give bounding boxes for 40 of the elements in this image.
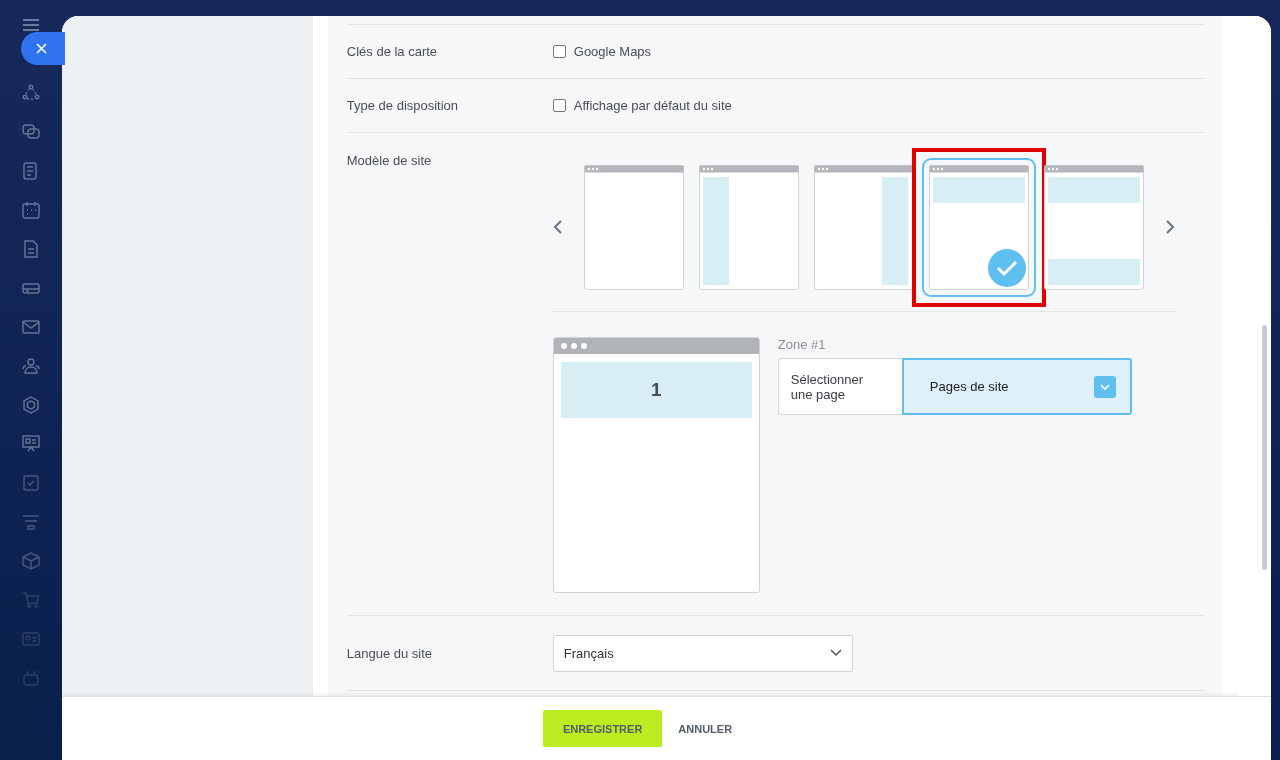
close-icon — [35, 43, 47, 54]
field-label: Clés de la carte — [346, 44, 439, 59]
chevron-right-icon[interactable] — [1164, 219, 1175, 235]
checkbox-label[interactable]: Google Maps — [573, 44, 652, 59]
checkbox-label[interactable]: Affichage par défaut du site — [573, 98, 732, 113]
chevron-left-icon[interactable] — [552, 219, 563, 235]
layout-template[interactable] — [583, 164, 684, 290]
language-select[interactable]: Français — [552, 634, 853, 672]
close-button[interactable] — [21, 32, 65, 65]
doc-icon[interactable] — [22, 240, 40, 258]
calendar-icon[interactable] — [22, 201, 40, 219]
save-button[interactable]: ENREGISTRER — [542, 710, 663, 747]
hex-icon[interactable] — [22, 396, 40, 414]
field-label: Type de disposition — [346, 98, 460, 113]
zone-label: Zone #1 — [777, 337, 827, 352]
layout-template[interactable] — [1043, 164, 1144, 290]
checkbox[interactable] — [552, 45, 566, 58]
task-icon[interactable] — [22, 474, 40, 492]
page-select[interactable]: Pages de site — [901, 358, 1132, 415]
field-label: Modèle de site — [346, 153, 433, 168]
funnel-icon[interactable] — [22, 513, 40, 531]
scrollbar[interactable] — [1262, 325, 1267, 570]
people-icon[interactable] — [22, 357, 40, 375]
chat-icon[interactable] — [22, 123, 40, 141]
field-label: Langue du site — [346, 645, 434, 661]
layout-template[interactable] — [698, 164, 799, 290]
zone-prompt: Sélectionner une page — [777, 358, 902, 415]
board-icon[interactable] — [22, 435, 40, 453]
dropdown-icon — [1093, 375, 1116, 398]
checkbox[interactable] — [552, 99, 566, 112]
news-icon[interactable] — [22, 162, 40, 180]
flow-icon[interactable] — [22, 84, 40, 102]
zone-block: 1 — [560, 362, 752, 418]
mail-icon[interactable] — [22, 318, 40, 336]
box-icon[interactable] — [22, 552, 40, 570]
chevron-down-icon — [829, 649, 842, 657]
menu-icon[interactable] — [23, 19, 39, 31]
layout-template[interactable] — [813, 164, 914, 290]
cancel-button[interactable]: ANNULER — [670, 710, 741, 747]
check-icon — [987, 248, 1026, 287]
